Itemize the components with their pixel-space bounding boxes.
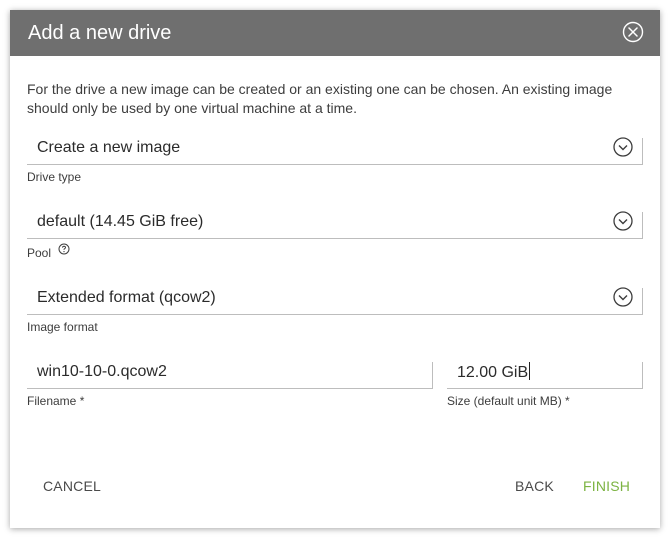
pool-label-row: Pool bbox=[27, 243, 70, 260]
pool-label: Pool bbox=[27, 246, 52, 260]
filename-value: win10-10-0.qcow2 bbox=[37, 363, 167, 380]
dialog-description: For the drive a new image can be created… bbox=[27, 81, 613, 116]
text-cursor bbox=[529, 362, 531, 380]
pool-value: default (14.45 GiB free) bbox=[37, 213, 204, 230]
size-value: 12.00 GiB bbox=[457, 364, 529, 381]
back-button[interactable]: BACK bbox=[515, 478, 554, 494]
size-input[interactable]: 12.00 GiB bbox=[447, 362, 643, 389]
close-icon[interactable] bbox=[622, 21, 644, 43]
filename-label: Filename * bbox=[27, 394, 85, 408]
dialog-titlebar: Add a new drive bbox=[10, 10, 660, 56]
filename-input[interactable]: win10-10-0.qcow2 bbox=[27, 362, 433, 389]
chevron-down-icon bbox=[613, 211, 633, 231]
chevron-down-icon bbox=[613, 287, 633, 307]
chevron-down-icon bbox=[613, 137, 633, 157]
size-label: Size (default unit MB) * bbox=[447, 394, 570, 408]
help-icon[interactable] bbox=[58, 243, 70, 255]
finish-button[interactable]: FINISH bbox=[583, 478, 630, 494]
image-format-label: Image format bbox=[27, 320, 98, 334]
image-format-value: Extended format (qcow2) bbox=[37, 289, 216, 306]
dialog-title: Add a new drive bbox=[28, 22, 172, 44]
cancel-button[interactable]: CANCEL bbox=[43, 478, 101, 494]
image-format-select[interactable]: Extended format (qcow2) bbox=[27, 287, 643, 315]
pool-select[interactable]: default (14.45 GiB free) bbox=[27, 211, 643, 239]
add-drive-dialog: Add a new drive For the drive a new imag… bbox=[10, 10, 660, 528]
drive-type-select[interactable]: Create a new image bbox=[27, 137, 643, 165]
drive-type-value: Create a new image bbox=[37, 139, 181, 156]
size-value-wrap: 12.00 GiB bbox=[457, 362, 531, 383]
drive-type-label: Drive type bbox=[27, 170, 82, 184]
